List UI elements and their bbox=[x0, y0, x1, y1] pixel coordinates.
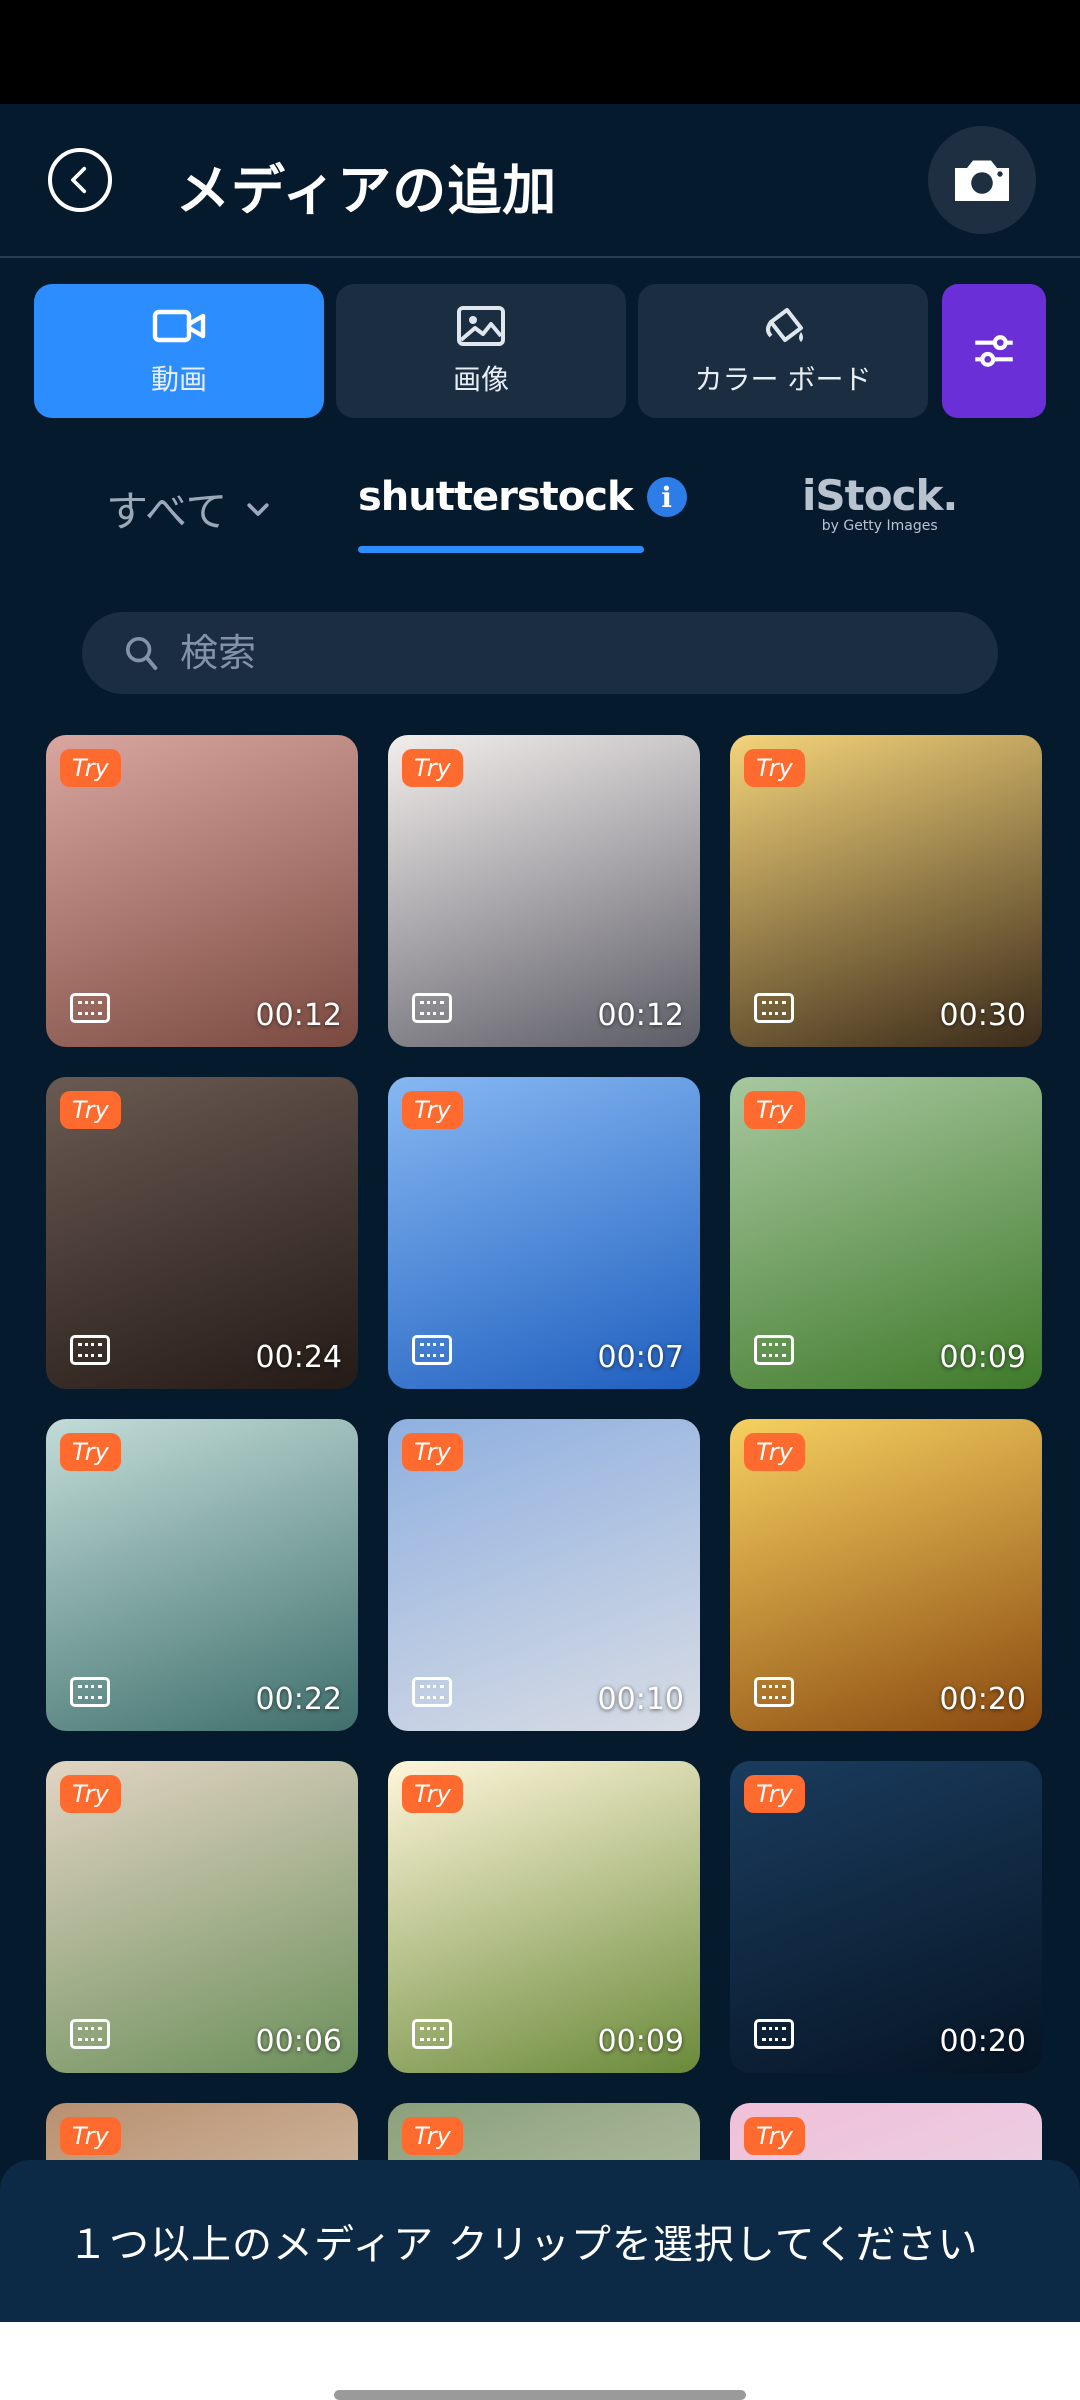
clip-duration: 00:22 bbox=[255, 1682, 342, 1717]
try-badge: Try bbox=[744, 1433, 805, 1471]
header: メディアの追加 bbox=[0, 104, 1080, 258]
clip-tile[interactable]: Try bbox=[388, 2103, 700, 2160]
try-badge: Try bbox=[60, 1091, 121, 1129]
clip-tile[interactable]: Try bbox=[46, 2103, 358, 2160]
clip-tile[interactable]: Try 00:12 bbox=[388, 735, 700, 1047]
clip-duration: 00:09 bbox=[597, 2024, 684, 2059]
try-badge: Try bbox=[60, 2117, 121, 2155]
clip-duration: 00:20 bbox=[939, 1682, 1026, 1717]
clip-tile[interactable]: Try 00:20 bbox=[730, 1761, 1042, 2073]
istock-sublabel: by Getty Images bbox=[821, 518, 938, 534]
source-shutterstock-tab[interactable]: shutterstock i bbox=[358, 474, 687, 520]
clip-duration: 00:30 bbox=[939, 998, 1026, 1033]
film-icon bbox=[412, 1335, 452, 1365]
film-icon bbox=[70, 993, 110, 1023]
clip-tile[interactable]: Try 00:09 bbox=[388, 1761, 700, 2073]
film-icon bbox=[754, 1335, 794, 1365]
search-input[interactable] bbox=[178, 630, 962, 676]
tab-video-label: 動画 bbox=[150, 363, 207, 396]
home-handle[interactable] bbox=[334, 2390, 746, 2400]
film-icon bbox=[754, 1677, 794, 1707]
try-badge: Try bbox=[402, 1091, 463, 1129]
clip-duration: 00:20 bbox=[939, 2024, 1026, 2059]
shutterstock-logo: shutterstock bbox=[358, 474, 634, 520]
tab-color-board[interactable]: カラー ボード bbox=[638, 284, 928, 418]
page-title: メディアの追加 bbox=[176, 159, 558, 222]
tab-video[interactable]: 動画 bbox=[34, 284, 324, 418]
filter-button[interactable] bbox=[942, 284, 1046, 418]
film-icon bbox=[754, 993, 794, 1023]
clip-tile[interactable]: Try 00:07 bbox=[388, 1077, 700, 1389]
hint-message: １つ以上のメディア クリップを選択してください bbox=[68, 2222, 979, 2268]
clip-duration: 00:09 bbox=[939, 1340, 1026, 1375]
source-all-label: すべて bbox=[106, 487, 228, 536]
clip-grid: Try 00:12 Try 00:12 Try 00:30 Try 00:24 Try 00:07… bbox=[46, 735, 1042, 2160]
try-badge: Try bbox=[402, 1775, 463, 1813]
navigation-bar bbox=[0, 2322, 1080, 2400]
clip-duration: 00:07 bbox=[597, 1340, 684, 1375]
clip-duration: 00:10 bbox=[597, 1682, 684, 1717]
clip-tile[interactable]: Try 00:12 bbox=[46, 735, 358, 1047]
clip-tile[interactable]: Try 00:22 bbox=[46, 1419, 358, 1731]
camera-button[interactable] bbox=[928, 126, 1036, 234]
source-all-dropdown[interactable]: すべて bbox=[106, 478, 273, 539]
active-tab-indicator bbox=[358, 546, 644, 553]
try-badge: Try bbox=[60, 749, 121, 787]
chevron-down-icon bbox=[247, 502, 270, 516]
clip-tile[interactable]: Try 00:06 bbox=[46, 1761, 358, 2073]
film-icon bbox=[70, 1335, 110, 1365]
try-badge: Try bbox=[744, 2117, 805, 2155]
try-badge: Try bbox=[744, 1775, 805, 1813]
istock-logo: iStock. bbox=[802, 471, 958, 520]
back-button[interactable] bbox=[48, 148, 112, 212]
camera-icon bbox=[955, 160, 1009, 201]
info-icon[interactable]: i bbox=[646, 477, 687, 517]
clip-duration: 00:12 bbox=[255, 998, 342, 1033]
clip-duration: 00:12 bbox=[597, 998, 684, 1033]
clip-tile[interactable]: Try bbox=[730, 2103, 1042, 2160]
video-icon bbox=[152, 309, 206, 343]
tab-image-label: 画像 bbox=[452, 363, 509, 396]
film-icon bbox=[754, 2019, 794, 2049]
image-icon bbox=[457, 306, 505, 346]
try-badge: Try bbox=[402, 1433, 463, 1471]
chevron-left-icon bbox=[71, 166, 87, 194]
clip-tile[interactable]: Try 00:09 bbox=[730, 1077, 1042, 1389]
film-icon bbox=[412, 993, 452, 1023]
try-badge: Try bbox=[744, 749, 805, 787]
clip-tile[interactable]: Try 00:30 bbox=[730, 735, 1042, 1047]
hint-toast: １つ以上のメディア クリップを選択してください bbox=[0, 2160, 1080, 2322]
status-bar bbox=[0, 0, 1080, 104]
clip-duration: 00:24 bbox=[255, 1340, 342, 1375]
clip-tile[interactable]: Try 00:10 bbox=[388, 1419, 700, 1731]
try-badge: Try bbox=[60, 1433, 121, 1471]
try-badge: Try bbox=[402, 2117, 463, 2155]
tab-image[interactable]: 画像 bbox=[336, 284, 626, 418]
sliders-icon bbox=[975, 335, 1013, 367]
try-badge: Try bbox=[744, 1091, 805, 1129]
try-badge: Try bbox=[402, 749, 463, 787]
source-istock-tab[interactable]: iStock. by Getty Images bbox=[802, 471, 958, 535]
film-icon bbox=[70, 2019, 110, 2049]
film-icon bbox=[412, 2019, 452, 2049]
media-type-tabs: 動画 画像 カラー ボード bbox=[34, 284, 1046, 418]
clip-tile[interactable]: Try 00:24 bbox=[46, 1077, 358, 1389]
source-tabs: すべて shutterstock i iStock. by Getty Imag… bbox=[0, 460, 1080, 570]
tab-color-board-label: カラー ボード bbox=[694, 363, 872, 396]
clip-duration: 00:06 bbox=[255, 2024, 342, 2059]
try-badge: Try bbox=[60, 1775, 121, 1813]
film-icon bbox=[70, 1677, 110, 1707]
clip-tile[interactable]: Try 00:20 bbox=[730, 1419, 1042, 1731]
film-icon bbox=[412, 1677, 452, 1707]
paint-bucket-icon bbox=[766, 308, 803, 342]
search-bar[interactable] bbox=[82, 612, 998, 694]
search-icon bbox=[125, 637, 158, 670]
